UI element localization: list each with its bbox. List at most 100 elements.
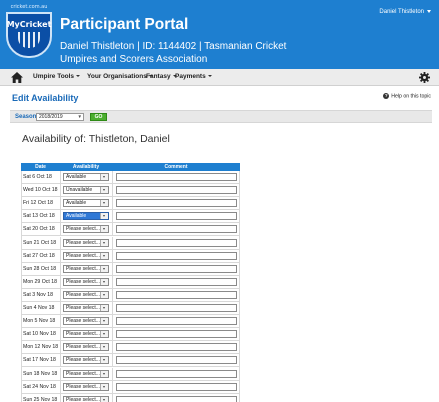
- chevron-down-icon: [76, 75, 81, 78]
- chevron-down-icon: [100, 265, 108, 272]
- go-button[interactable]: GO: [90, 113, 107, 121]
- column-divider: [60, 223, 61, 236]
- availability-select[interactable]: Please select...: [63, 290, 109, 299]
- availability-select[interactable]: Please select...: [63, 356, 109, 365]
- comment-input[interactable]: [116, 238, 237, 247]
- comment-input[interactable]: [116, 304, 237, 312]
- column-divider: [60, 197, 61, 210]
- table-row: Sat 10 Nov 18 Please select...: [21, 328, 240, 342]
- column-divider: [60, 341, 61, 354]
- comment-input[interactable]: [116, 264, 237, 273]
- column-divider: [60, 354, 61, 367]
- column-divider: [112, 275, 113, 288]
- comment-input[interactable]: [116, 290, 237, 299]
- availability-select[interactable]: Please select...: [63, 395, 109, 402]
- column-divider: [112, 315, 113, 328]
- user-name: Daniel Thistleton: [379, 9, 424, 15]
- help-icon: ?: [383, 93, 390, 99]
- column-divider: [112, 302, 113, 315]
- column-divider: [60, 210, 61, 223]
- logo-small-text: cricket.com.au: [10, 4, 48, 10]
- availability-value: Unavailable: [66, 187, 93, 194]
- column-header-availability: Availability: [72, 164, 100, 170]
- comment-input[interactable]: [116, 317, 237, 326]
- comment-input[interactable]: [116, 395, 237, 402]
- availability-value: Please select...: [66, 291, 100, 298]
- availability-select[interactable]: Please select...: [63, 369, 109, 378]
- column-divider: [60, 262, 61, 275]
- comment-input[interactable]: [116, 356, 237, 365]
- season-value: 2018/2019: [39, 114, 63, 120]
- availability-select[interactable]: Please select...: [63, 317, 109, 326]
- nav-your-organisations[interactable]: Your Organisations: [87, 73, 153, 80]
- table-row: Sun 18 Nov 18 Please select...: [21, 367, 240, 381]
- comment-input[interactable]: [116, 343, 237, 352]
- comment-input[interactable]: [116, 382, 237, 391]
- row-date: Fri 12 Oct 18: [23, 200, 53, 207]
- comment-input[interactable]: [116, 186, 237, 195]
- availability-select[interactable]: Please select...: [63, 238, 109, 247]
- availability-value: Available: [66, 213, 87, 220]
- row-date: Sat 24 Nov 18: [23, 383, 56, 390]
- availability-select[interactable]: Available: [63, 199, 109, 208]
- chevron-down-icon: [100, 213, 108, 220]
- comment-input[interactable]: [116, 173, 237, 181]
- help-link[interactable]: ? Help on this topic: [383, 93, 431, 99]
- availability-select[interactable]: Unavailable: [63, 186, 109, 195]
- nav-fantasy[interactable]: Fantasy: [146, 73, 177, 80]
- availability-select[interactable]: Please select...: [63, 343, 109, 352]
- column-divider: [60, 171, 61, 184]
- availability-select[interactable]: Please select...: [63, 277, 109, 286]
- comment-input[interactable]: [116, 369, 237, 378]
- availability-select[interactable]: Available: [63, 212, 109, 221]
- chevron-down-icon: [100, 226, 108, 233]
- nav-payments[interactable]: Payments: [175, 73, 212, 80]
- chevron-down-icon: [100, 200, 108, 207]
- column-divider: [60, 380, 61, 393]
- row-date: Mon 12 Nov 18: [23, 344, 59, 351]
- availability-select[interactable]: Available: [63, 173, 109, 181]
- availability-value: Please select...: [66, 252, 100, 259]
- comment-input[interactable]: [116, 277, 237, 286]
- availability-value: Please select...: [66, 383, 100, 390]
- chevron-down-icon: [100, 396, 108, 402]
- chevron-down-icon: [100, 291, 108, 298]
- availability-select[interactable]: Please select...: [63, 304, 109, 312]
- column-header-comment: Comment: [164, 164, 188, 170]
- row-date: Wed 10 Oct 18: [23, 187, 58, 194]
- table-row: Sun 28 Oct 18 Please select...: [21, 262, 240, 276]
- table-row: Mon 29 Oct 18 Please select...: [21, 275, 240, 289]
- availability-select[interactable]: Please select...: [63, 330, 109, 339]
- season-bar: Season 2018/2019 ▼ GO: [10, 110, 432, 123]
- column-divider: [112, 393, 113, 402]
- table-row: Sun 4 Nov 18 Please select...: [21, 302, 240, 316]
- availability-value: Please select...: [66, 370, 100, 377]
- row-date: Sun 28 Oct 18: [23, 265, 57, 272]
- comment-input[interactable]: [116, 212, 237, 221]
- row-date: Sun 18 Nov 18: [23, 370, 58, 377]
- home-icon[interactable]: [11, 72, 23, 83]
- availability-value: Please select...: [66, 239, 100, 246]
- column-divider: [112, 341, 113, 354]
- availability-value: Please select...: [66, 331, 100, 338]
- gear-icon[interactable]: [419, 72, 430, 83]
- availability-select[interactable]: Please select...: [63, 264, 109, 273]
- season-select[interactable]: 2018/2019 ▼: [36, 113, 84, 121]
- comment-input[interactable]: [116, 330, 237, 339]
- availability-select[interactable]: Please select...: [63, 225, 109, 234]
- availability-select[interactable]: Please select...: [63, 382, 109, 391]
- user-menu[interactable]: Daniel Thistleton: [379, 9, 431, 15]
- comment-input[interactable]: [116, 199, 237, 208]
- mycricket-logo[interactable]: cricket.com.au MyCricket: [6, 4, 52, 58]
- availability-heading: Availability of: Thistleton, Daniel: [22, 133, 170, 145]
- table-row: Sun 25 Nov 18 Please select...: [21, 393, 240, 402]
- comment-input[interactable]: [116, 225, 237, 234]
- nav-umpire-tools[interactable]: Umpire Tools: [33, 73, 81, 80]
- comment-input[interactable]: [116, 251, 237, 260]
- row-date: Sun 25 Nov 18: [23, 396, 58, 402]
- help-label: Help on this topic: [391, 93, 431, 100]
- availability-value: Please select...: [66, 357, 100, 364]
- column-divider: [112, 328, 113, 341]
- availability-value: Please select...: [66, 305, 100, 311]
- availability-select[interactable]: Please select...: [63, 251, 109, 260]
